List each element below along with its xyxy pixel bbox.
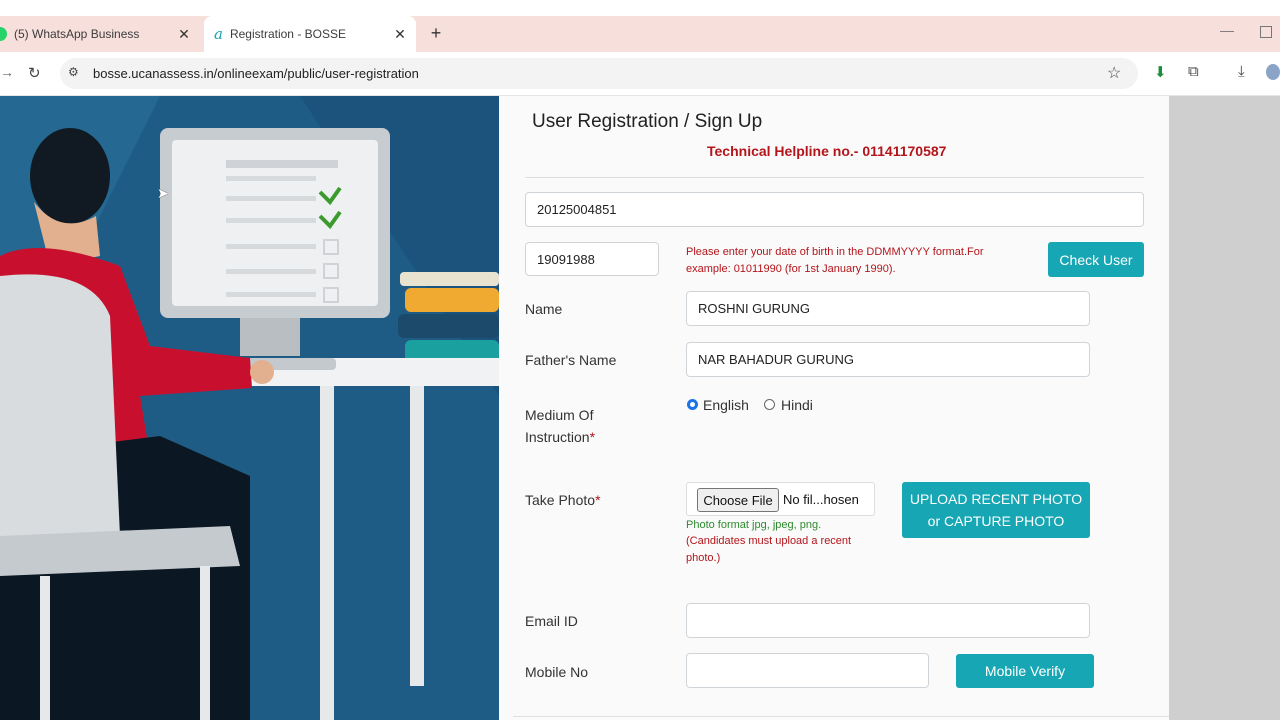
bookmark-star-icon[interactable]: ☆ — [1107, 63, 1121, 83]
download-arrow-icon[interactable]: ⬇ — [1154, 63, 1167, 81]
site-favicon-icon: a — [214, 25, 223, 43]
dob-hint: Please enter your date of birth in the D… — [686, 246, 984, 275]
tab-label: (5) WhatsApp Business — [14, 27, 140, 41]
maximize-icon[interactable] — [1260, 26, 1272, 38]
new-tab-icon[interactable]: + — [428, 22, 444, 44]
close-tab-icon[interactable]: ✕ — [176, 26, 192, 43]
whatsapp-icon — [0, 27, 7, 41]
tab-whatsapp[interactable]: (5) WhatsApp Business ✕ — [0, 16, 200, 52]
person-at-computer-illustration — [0, 96, 499, 720]
upload-photo-button[interactable]: UPLOAD RECENT PHOTO or CAPTURE PHOTO — [902, 482, 1090, 538]
dob-input[interactable]: 19091988 — [525, 242, 659, 276]
photo-upload-note: (Candidates must upload a recent photo.) — [686, 535, 852, 564]
father-name-value: NAR BAHADUR GURUNG — [698, 352, 855, 367]
dob-value: 19091988 — [537, 251, 595, 267]
page-title: User Registration / Sign Up — [532, 111, 763, 132]
father-name-label: Father's Name — [525, 352, 617, 368]
medium-label-line2: Instruction — [525, 429, 590, 445]
close-tab-icon[interactable]: ✕ — [392, 26, 408, 43]
father-name-input[interactable]: NAR BAHADUR GURUNG — [686, 342, 1090, 377]
window-top — [0, 0, 1280, 16]
downloads-icon[interactable]: ⤓ — [1238, 63, 1245, 80]
extensions-icon[interactable]: ⧉ — [1188, 63, 1199, 80]
reload-icon[interactable]: ↻ — [28, 64, 41, 82]
medium-hindi-radio[interactable] — [764, 399, 775, 410]
registration-number-input[interactable]: 20125004851 — [525, 192, 1144, 227]
name-value: ROSHNI GURUNG — [698, 301, 810, 316]
medium-label-line1: Medium Of — [525, 407, 594, 423]
tab-registration[interactable]: a Registration - BOSSE ✕ — [204, 16, 416, 52]
medium-english-radio[interactable] — [687, 399, 698, 410]
hero-illustration — [0, 96, 499, 720]
upload-button-line2: or CAPTURE PHOTO — [927, 513, 1065, 529]
email-input[interactable] — [686, 603, 1090, 638]
required-mark: * — [589, 429, 596, 445]
url-text[interactable]: bosse.ucanassess.in/onlineexam/public/us… — [93, 66, 419, 81]
site-info-icon[interactable]: ⚙ — [68, 65, 82, 81]
choose-file-button[interactable]: Choose File — [697, 488, 779, 512]
medium-label: Medium Of Instruction* — [525, 404, 595, 448]
mobile-label: Mobile No — [525, 664, 589, 680]
mobile-verify-button[interactable]: Mobile Verify — [956, 654, 1094, 688]
check-user-button[interactable]: Check User — [1048, 242, 1144, 277]
technical-helpline: Technical Helpline no.- 01141170587 — [707, 143, 947, 159]
page-right-margin — [1169, 96, 1280, 720]
medium-english-label[interactable]: English — [703, 397, 749, 413]
required-mark: * — [595, 492, 601, 508]
take-photo-text: Take Photo — [525, 492, 596, 508]
photo-format-note: Photo format jpg, jpeg, png. — [686, 519, 822, 531]
profile-avatar[interactable] — [1266, 64, 1280, 80]
registration-number-value: 20125004851 — [537, 202, 617, 217]
upload-button-line1: UPLOAD RECENT PHOTO — [909, 491, 1083, 507]
tab-label: Registration - BOSSE — [229, 27, 346, 41]
minimize-icon[interactable]: — — [1220, 22, 1234, 38]
divider — [525, 177, 1144, 178]
mouse-cursor-icon: ➤ — [157, 185, 169, 201]
mobile-input[interactable] — [686, 653, 929, 688]
take-photo-label: Take Photo* — [525, 492, 601, 508]
forward-icon[interactable]: → — [0, 64, 14, 80]
medium-hindi-label[interactable]: Hindi — [781, 397, 813, 413]
divider — [513, 716, 1169, 717]
name-label: Name — [525, 301, 563, 317]
no-file-text: No fil...hosen — [783, 492, 859, 507]
name-input[interactable]: ROSHNI GURUNG — [686, 291, 1090, 326]
email-label: Email ID — [525, 613, 578, 629]
